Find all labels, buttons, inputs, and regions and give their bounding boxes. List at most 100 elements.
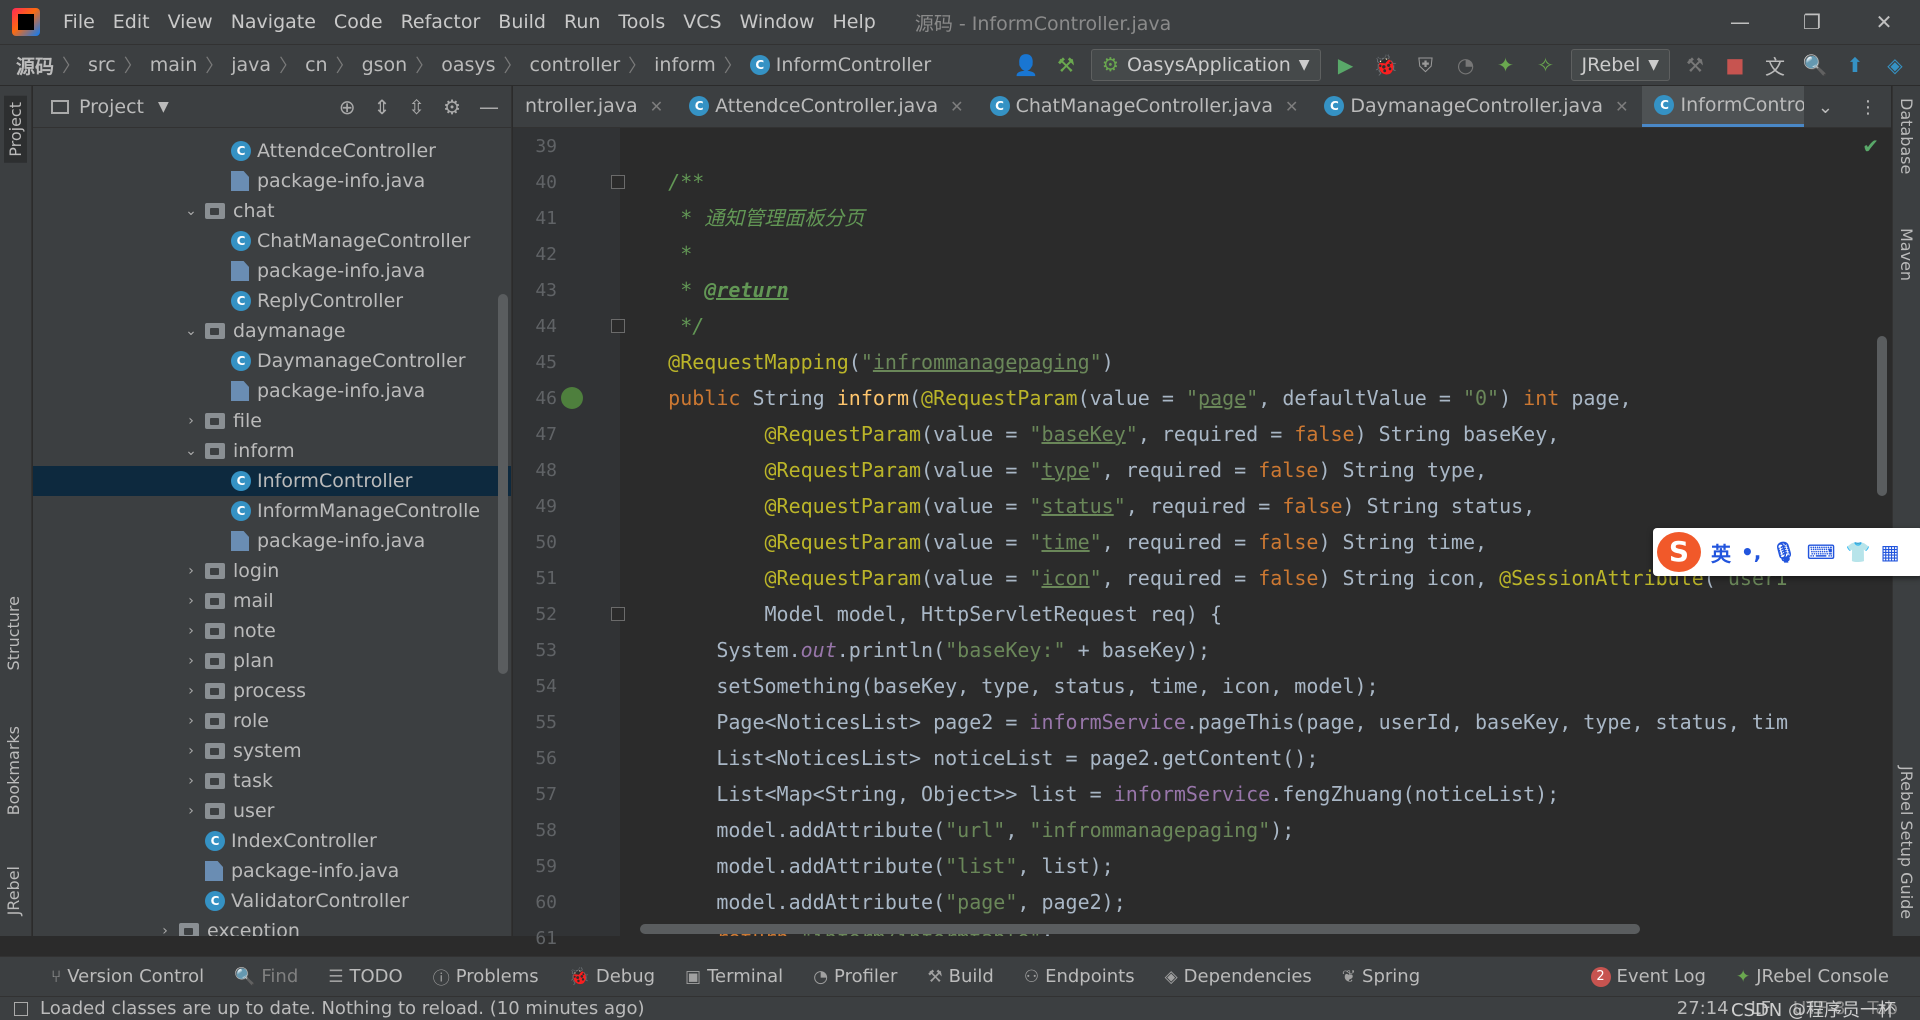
line-number[interactable]: 41 <box>513 208 557 229</box>
editor-tab[interactable]: C ChatManageController.java ✕ <box>978 86 1313 127</box>
jrebel-select[interactable]: JRebel ▼ <box>1570 49 1670 81</box>
tree-item[interactable]: C DaymanageController <box>33 346 511 376</box>
menu-file[interactable]: File <box>54 0 104 44</box>
tree-item[interactable]: package-info.java <box>33 376 511 406</box>
jrebel-setup-tool-tab[interactable]: JRebel Setup Guide <box>1897 766 1916 919</box>
tree-folder[interactable]: › user <box>33 796 511 826</box>
line-number[interactable]: 45 <box>513 352 557 373</box>
line-number[interactable]: 55 <box>513 712 557 733</box>
tree-item[interactable]: package-info.java <box>33 526 511 556</box>
bookmarks-tool-tab[interactable]: Bookmarks <box>4 726 23 815</box>
line-number[interactable]: 54 <box>513 676 557 697</box>
menu-view[interactable]: View <box>159 0 222 44</box>
chevron-right-icon[interactable]: › <box>183 803 199 819</box>
vertical-scrollbar[interactable] <box>1877 336 1887 496</box>
line-number[interactable]: 58 <box>513 820 557 841</box>
chevron-right-icon[interactable]: › <box>183 413 199 429</box>
database-tool-tab[interactable]: Database <box>1897 98 1916 174</box>
minimize-button[interactable]: — <box>1704 0 1776 44</box>
line-number[interactable]: 57 <box>513 784 557 805</box>
chevron-right-icon[interactable]: › <box>183 653 199 669</box>
line-number[interactable]: 59 <box>513 856 557 877</box>
chevron-right-icon[interactable]: › <box>183 563 199 579</box>
tree-folder[interactable]: › exception <box>33 916 511 936</box>
locate-icon[interactable]: ⊕ <box>339 95 356 119</box>
editor-tab[interactable]: C AttendceController.java ✕ <box>677 86 977 127</box>
hide-icon[interactable]: — <box>479 95 499 119</box>
line-number[interactable]: 60 <box>513 892 557 913</box>
ime-language-label[interactable]: 英 <box>1711 538 1731 567</box>
line-number[interactable]: 51 <box>513 568 557 589</box>
spring-button[interactable]: ❦ Spring <box>1327 957 1435 997</box>
plugin-icon[interactable]: ◈ <box>1880 50 1910 80</box>
stop-icon[interactable]: ■ <box>1720 50 1750 80</box>
gear-icon[interactable]: ⚙ <box>443 95 461 119</box>
chevron-right-icon[interactable]: › <box>183 623 199 639</box>
hammer-build-icon[interactable]: ⚒ <box>1051 50 1081 80</box>
microphone-icon[interactable]: 🎙 <box>1771 540 1796 564</box>
menu-edit[interactable]: Edit <box>104 0 159 44</box>
run-icon[interactable]: ▶ <box>1331 50 1361 80</box>
status-square-icon[interactable] <box>14 1001 28 1016</box>
problems-button[interactable]: ⓘ Problems <box>418 957 554 997</box>
menu-vcs[interactable]: VCS <box>674 0 730 44</box>
tree-item[interactable]: C ReplyController <box>33 286 511 316</box>
chevron-right-icon[interactable]: › <box>183 593 199 609</box>
terminal-button[interactable]: ▣ Terminal <box>670 957 798 997</box>
close-window-button[interactable]: ✕ <box>1848 0 1920 44</box>
menu-refactor[interactable]: Refactor <box>392 0 490 44</box>
tree-folder[interactable]: ⌄ daymanage <box>33 316 511 346</box>
jrebel-debug-icon[interactable]: ✧ <box>1531 50 1561 80</box>
jrebel-run-icon[interactable]: ✦ <box>1491 50 1521 80</box>
tab-list-chevron-icon[interactable]: ⌄ <box>1818 97 1833 118</box>
find-button[interactable]: 🔍 Find <box>219 957 313 997</box>
line-number[interactable]: 40 <box>513 172 557 193</box>
build-button[interactable]: ⚒ Build <box>912 957 1008 997</box>
tree-item[interactable]: C InformController <box>33 466 511 496</box>
breadcrumb-informcontroller[interactable]: InformController <box>776 54 931 76</box>
user-icon[interactable]: 👤 <box>1011 50 1041 80</box>
line-number[interactable]: 46 <box>513 388 557 409</box>
chevron-down-icon[interactable]: ▼ <box>158 99 169 115</box>
tree-item[interactable]: package-info.java <box>33 166 511 196</box>
search-icon[interactable]: 🔍 <box>1800 50 1830 80</box>
tree-item[interactable]: C ValidatorController <box>33 886 511 916</box>
tree-folder[interactable]: › process <box>33 676 511 706</box>
project-tool-tab[interactable]: Project <box>4 96 27 163</box>
skin-shirt-icon[interactable]: 👕 <box>1846 540 1871 564</box>
tree-folder[interactable]: ⌄ chat <box>33 196 511 226</box>
chevron-right-icon[interactable]: › <box>183 743 199 759</box>
line-number[interactable]: 43 <box>513 280 557 301</box>
chevron-down-icon[interactable]: ⌄ <box>183 443 199 459</box>
tree-folder[interactable]: › login <box>33 556 511 586</box>
menu-build[interactable]: Build <box>489 0 555 44</box>
menu-code[interactable]: Code <box>325 0 392 44</box>
expand-all-icon[interactable]: ⇕ <box>374 95 391 119</box>
ime-toolbar[interactable]: S 英 •, 🎙 ⌨ 👕 ▦ <box>1653 528 1920 576</box>
tree-item[interactable]: C InformManageControlle <box>33 496 511 526</box>
chevron-right-icon[interactable]: › <box>183 713 199 729</box>
line-number[interactable]: 44 <box>513 316 557 337</box>
breadcrumb-oasys[interactable]: oasys <box>441 54 495 76</box>
menu-window[interactable]: Window <box>731 0 824 44</box>
chevron-down-icon[interactable]: ⌄ <box>183 203 199 219</box>
restore-button[interactable]: ❐ <box>1776 0 1848 44</box>
punctuation-icon[interactable]: •, <box>1741 540 1761 564</box>
debug-bug-icon[interactable]: 🐞 <box>1371 50 1401 80</box>
debug-button[interactable]: 🐞 Debug <box>554 957 670 997</box>
tree-folder[interactable]: › file <box>33 406 511 436</box>
editor-tab[interactable]: ntroller.java ✕ <box>513 86 677 127</box>
tree-folder[interactable]: › plan <box>33 646 511 676</box>
tree-folder[interactable]: › mail <box>33 586 511 616</box>
horizontal-scrollbar[interactable] <box>640 924 1640 934</box>
tree-folder[interactable]: › role <box>33 706 511 736</box>
line-number[interactable]: 42 <box>513 244 557 265</box>
close-icon[interactable]: ✕ <box>1615 97 1628 116</box>
endpoints-button[interactable]: ⚇ Endpoints <box>1009 957 1150 997</box>
version-control-button[interactable]: ⑂ Version Control <box>36 957 219 997</box>
collapse-all-icon[interactable]: ⇳ <box>408 95 425 119</box>
menu-run[interactable]: Run <box>555 0 609 44</box>
coverage-shield-icon[interactable]: ⛨ <box>1411 50 1441 80</box>
profiler-button[interactable]: ◔ Profiler <box>798 957 912 997</box>
spring-endpoint-icon[interactable] <box>561 387 583 409</box>
